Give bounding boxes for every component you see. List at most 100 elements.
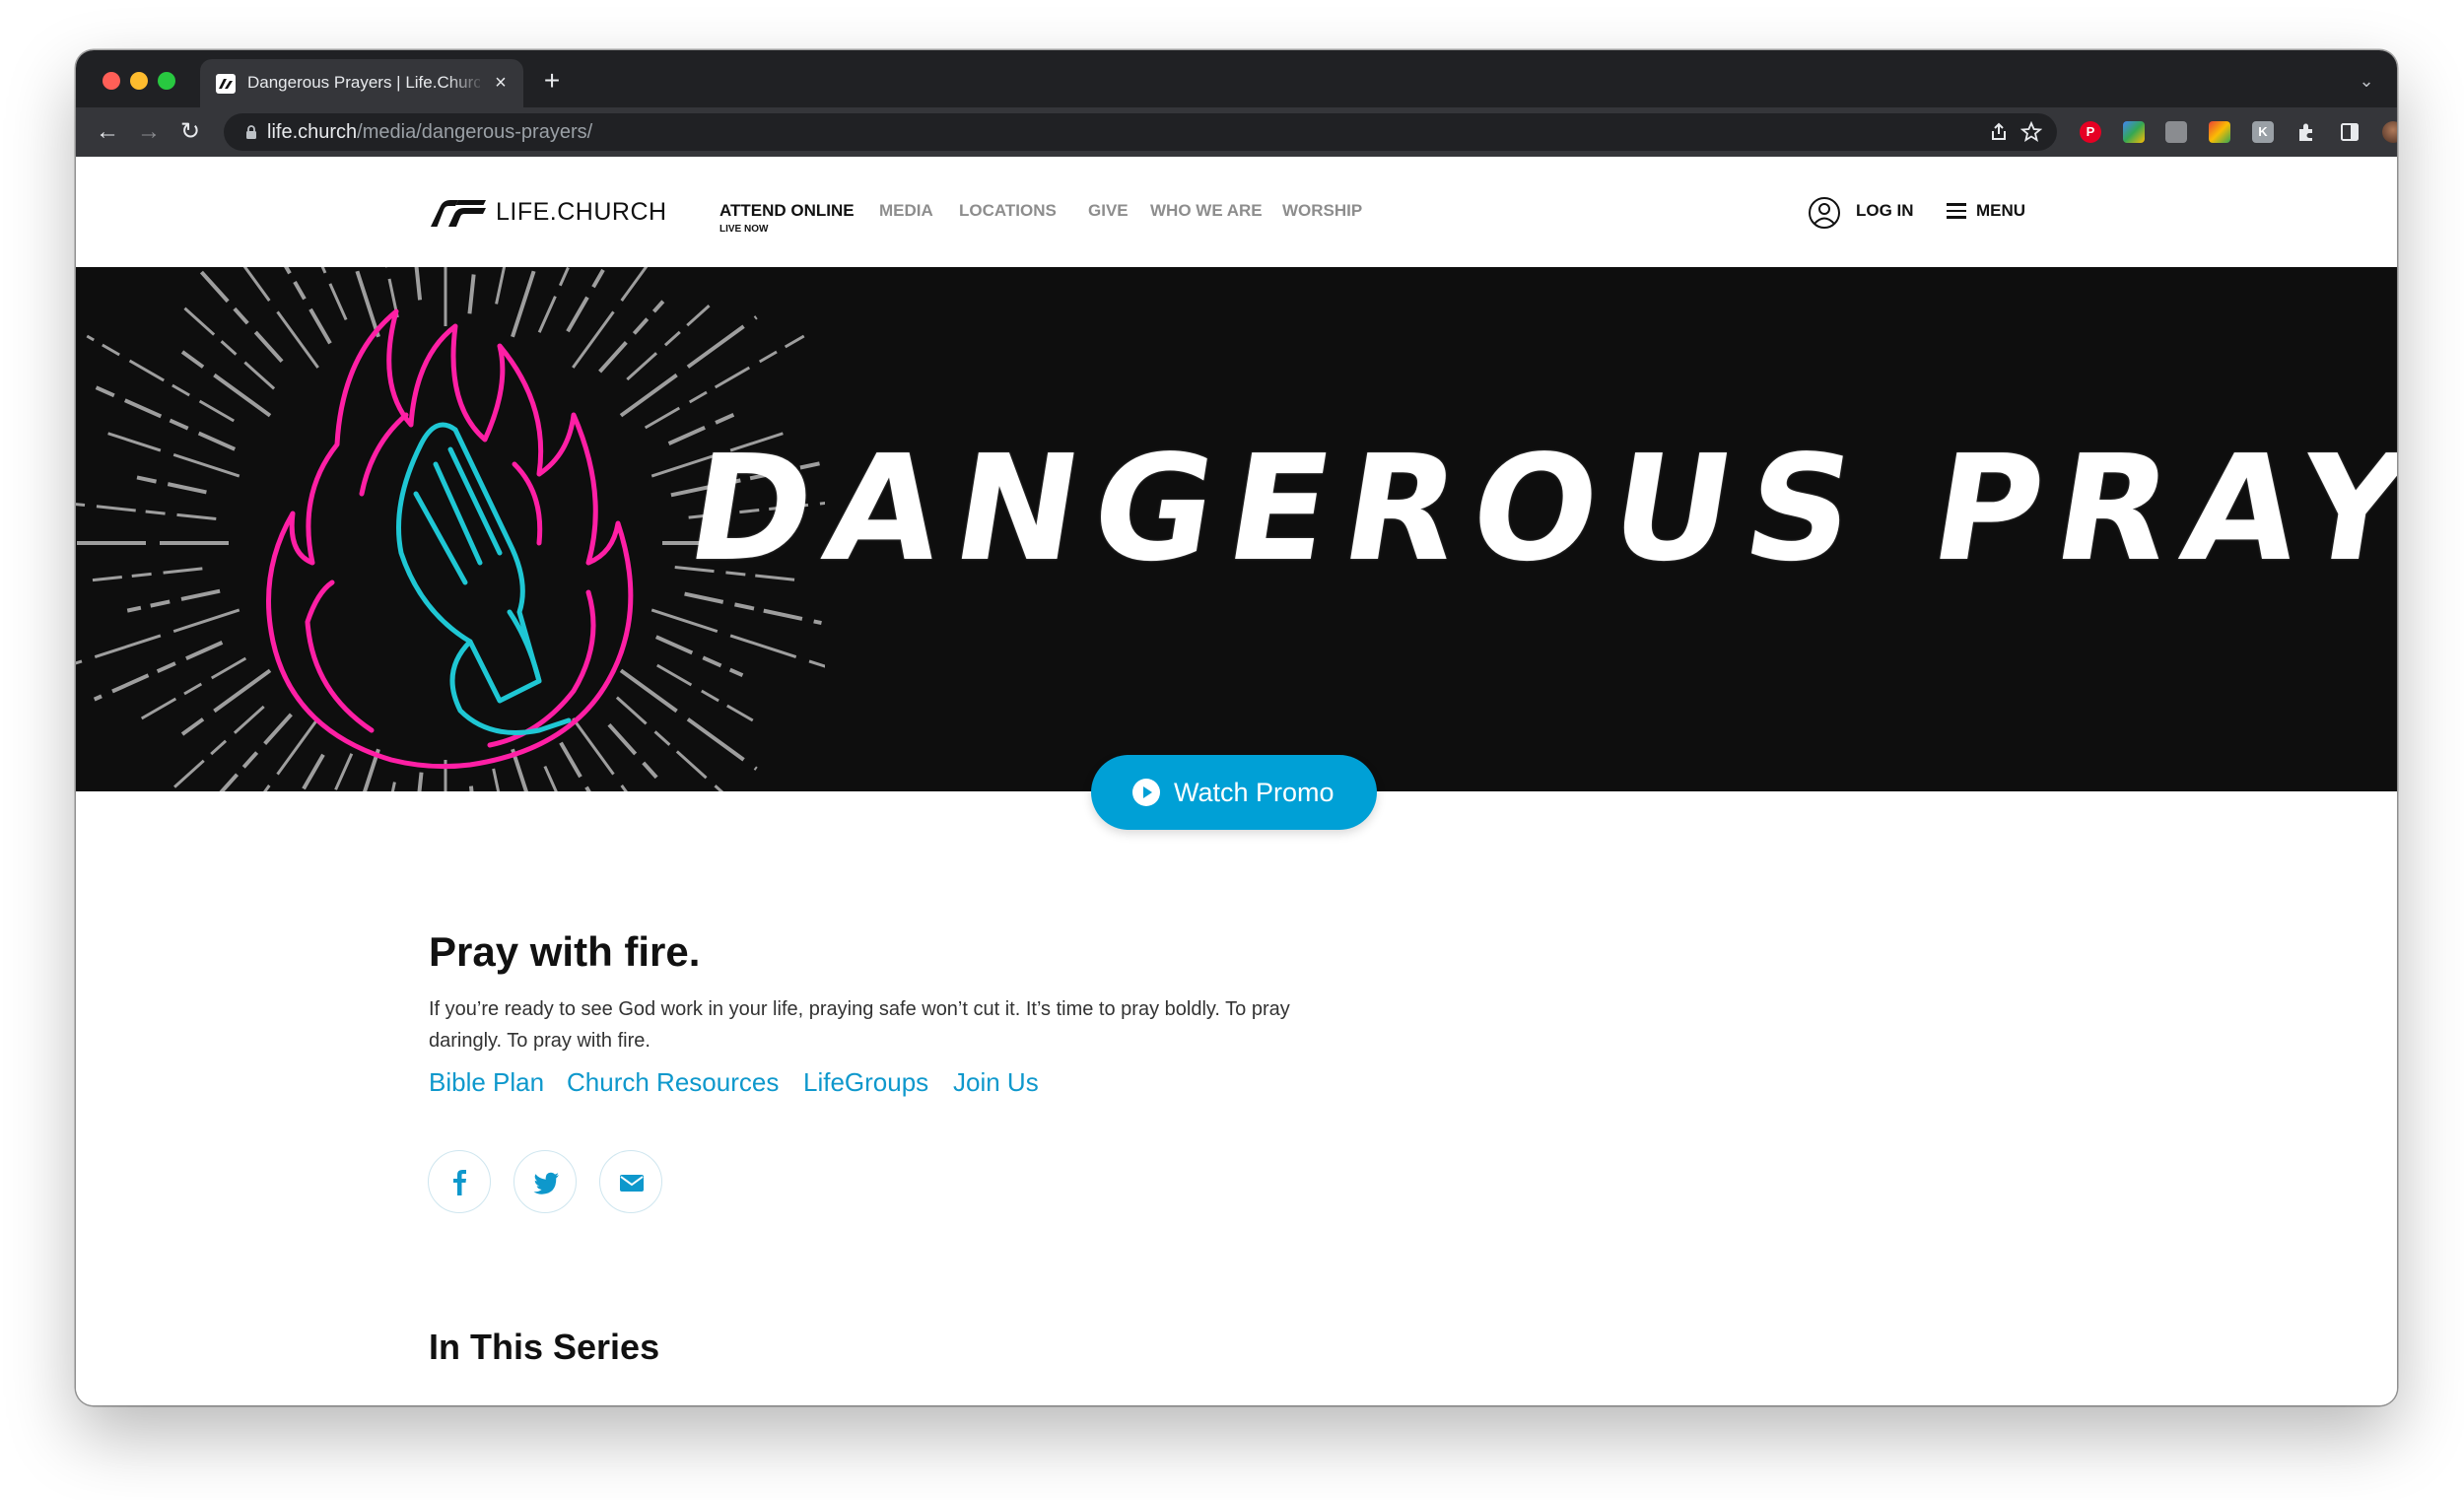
sunburst-ray <box>468 785 474 791</box>
sunburst-ray <box>194 267 284 364</box>
sunburst-ray <box>572 267 649 369</box>
nav-who-we-are[interactable]: WHO WE ARE <box>1150 200 1263 222</box>
sunburst-ray <box>684 591 822 626</box>
sunburst-ray <box>390 782 396 791</box>
sunburst-ray <box>92 567 203 582</box>
church-resources-link[interactable]: Church Resources <box>567 1065 779 1099</box>
nav-locations[interactable]: LOCATIONS <box>959 200 1057 222</box>
sunburst-ray <box>107 432 240 478</box>
colorful-extension-icon[interactable] <box>2123 121 2145 143</box>
hamburger-menu-icon[interactable] <box>1947 203 1966 219</box>
facebook-icon <box>453 1170 466 1195</box>
nav-media[interactable]: MEDIA <box>879 200 933 222</box>
sunburst-ray <box>137 656 247 722</box>
sunburst-ray <box>654 635 744 678</box>
menu-link[interactable]: MENU <box>1976 200 2025 222</box>
sunburst-ray <box>598 300 665 374</box>
forward-button[interactable]: → <box>135 118 163 146</box>
twitter-icon <box>533 1172 559 1194</box>
series-title-graphic: DANGEROUS PRAYERS <box>677 424 2397 593</box>
lifechurch-favicon-icon <box>216 74 236 94</box>
profile-avatar[interactable] <box>2382 121 2397 143</box>
series-hero-banner: DANGEROUS PRAYERS <box>76 267 2397 791</box>
nav-worship[interactable]: WORSHIP <box>1282 200 1362 222</box>
sunburst-ray <box>180 304 276 390</box>
url-text[interactable]: life.church/media/dangerous-prayers/ <box>267 120 592 144</box>
sunburst-ray <box>126 473 207 495</box>
user-account-icon[interactable] <box>1808 196 1841 230</box>
sunburst-ray <box>626 304 711 381</box>
bookmark-star-icon[interactable] <box>2020 121 2042 143</box>
flame-outline <box>266 308 634 770</box>
browser-tab[interactable]: Dangerous Prayers | Life.Church × <box>200 59 523 107</box>
pinterest-extension-icon[interactable]: P <box>2080 121 2101 143</box>
lifechurch-logo[interactable]: LIFE.CHURCH <box>429 194 685 230</box>
lifechurch-logo-icon <box>431 200 486 227</box>
tab-title: Dangerous Prayers | Life.Church <box>247 73 480 92</box>
nav-give[interactable]: GIVE <box>1088 200 1129 222</box>
url-path: /media/dangerous-prayers/ <box>357 121 593 143</box>
sunburst-ray <box>537 267 571 333</box>
url-host: life.church <box>267 121 358 143</box>
site-header: LIFE.CHURCH ATTEND ONLINE LIVE NOW MEDIA… <box>76 157 2397 267</box>
new-tab-button[interactable]: + <box>539 67 565 95</box>
sunburst-ray <box>86 334 235 423</box>
sunburst-ray <box>492 768 501 791</box>
extensions-puzzle-icon[interactable] <box>2295 121 2317 143</box>
browser-titlebar: Dangerous Prayers | Life.Church × + ⌄ <box>76 50 2397 107</box>
sunburst-ray <box>417 772 424 791</box>
back-button[interactable]: ← <box>94 118 121 146</box>
series-description: If you’re ready to see God work in your … <box>429 998 1290 1052</box>
sunburst-ray <box>126 588 221 613</box>
grey-extension-icon[interactable] <box>2165 121 2187 143</box>
sunburst-ray <box>363 748 380 791</box>
email-icon <box>620 1175 644 1192</box>
share-twitter-button[interactable] <box>513 1150 577 1213</box>
join-us-link[interactable]: Join Us <box>953 1065 1039 1099</box>
sunburst-ray <box>467 267 477 314</box>
palette-extension-icon[interactable] <box>2209 121 2230 143</box>
minimize-window-button[interactable] <box>130 72 148 90</box>
lock-icon[interactable] <box>243 124 259 140</box>
side-panel-icon[interactable] <box>2339 121 2361 143</box>
browser-toolbar: ← → ↻ life.church/media/dangerous-prayer… <box>76 107 2397 157</box>
tab-title-fade <box>446 69 486 97</box>
sunburst-ray <box>242 267 319 369</box>
sunburst-ray <box>615 696 724 791</box>
address-bar[interactable]: life.church/media/dangerous-prayers/ <box>224 113 2057 151</box>
sunburst-ray <box>566 267 607 333</box>
login-link[interactable]: LOG IN <box>1856 200 1914 222</box>
series-tagline-heading: Pray with fire. <box>429 928 701 975</box>
close-window-button[interactable] <box>103 72 120 90</box>
nav-attend-online[interactable]: ATTEND ONLINE <box>719 200 855 222</box>
sunburst-ray <box>76 608 240 665</box>
sunburst-ray <box>76 503 217 521</box>
tab-search-chevron-icon[interactable]: ⌄ <box>2356 70 2377 92</box>
in-this-series-heading: In This Series <box>429 1327 660 1367</box>
share-page-icon[interactable] <box>1988 121 2010 143</box>
reload-button[interactable]: ↻ <box>176 118 204 146</box>
browser-window: Dangerous Prayers | Life.Church × + ⌄ ← … <box>76 50 2397 1405</box>
share-email-button[interactable] <box>599 1150 662 1213</box>
share-facebook-button[interactable] <box>428 1150 491 1213</box>
sunburst-ray <box>414 267 423 301</box>
k-extension-icon[interactable]: K <box>2252 121 2274 143</box>
sunburst-ray <box>284 267 332 345</box>
watch-promo-button[interactable]: Watch Promo <box>1091 755 1377 830</box>
web-page: LIFE.CHURCH ATTEND ONLINE LIVE NOW MEDIA… <box>76 157 2397 1405</box>
sunburst-ray <box>543 765 558 791</box>
sunburst-ray <box>180 668 272 736</box>
maximize-window-button[interactable] <box>158 72 175 90</box>
logo-wordmark: LIFE.CHURCH <box>496 198 667 226</box>
lifegroups-link[interactable]: LifeGroups <box>803 1065 928 1099</box>
live-now-label: LIVE NOW <box>719 224 769 235</box>
sunburst-ray <box>180 350 272 418</box>
sunburst-ray <box>559 741 591 791</box>
sunburst-ray <box>219 713 293 791</box>
sunburst-ray <box>320 267 348 321</box>
sunburst-ray <box>353 267 380 338</box>
play-circle-icon <box>1132 779 1160 806</box>
bible-plan-link[interactable]: Bible Plan <box>429 1065 544 1099</box>
tab-close-icon[interactable]: × <box>489 71 513 95</box>
sunburst-ray <box>93 384 237 451</box>
